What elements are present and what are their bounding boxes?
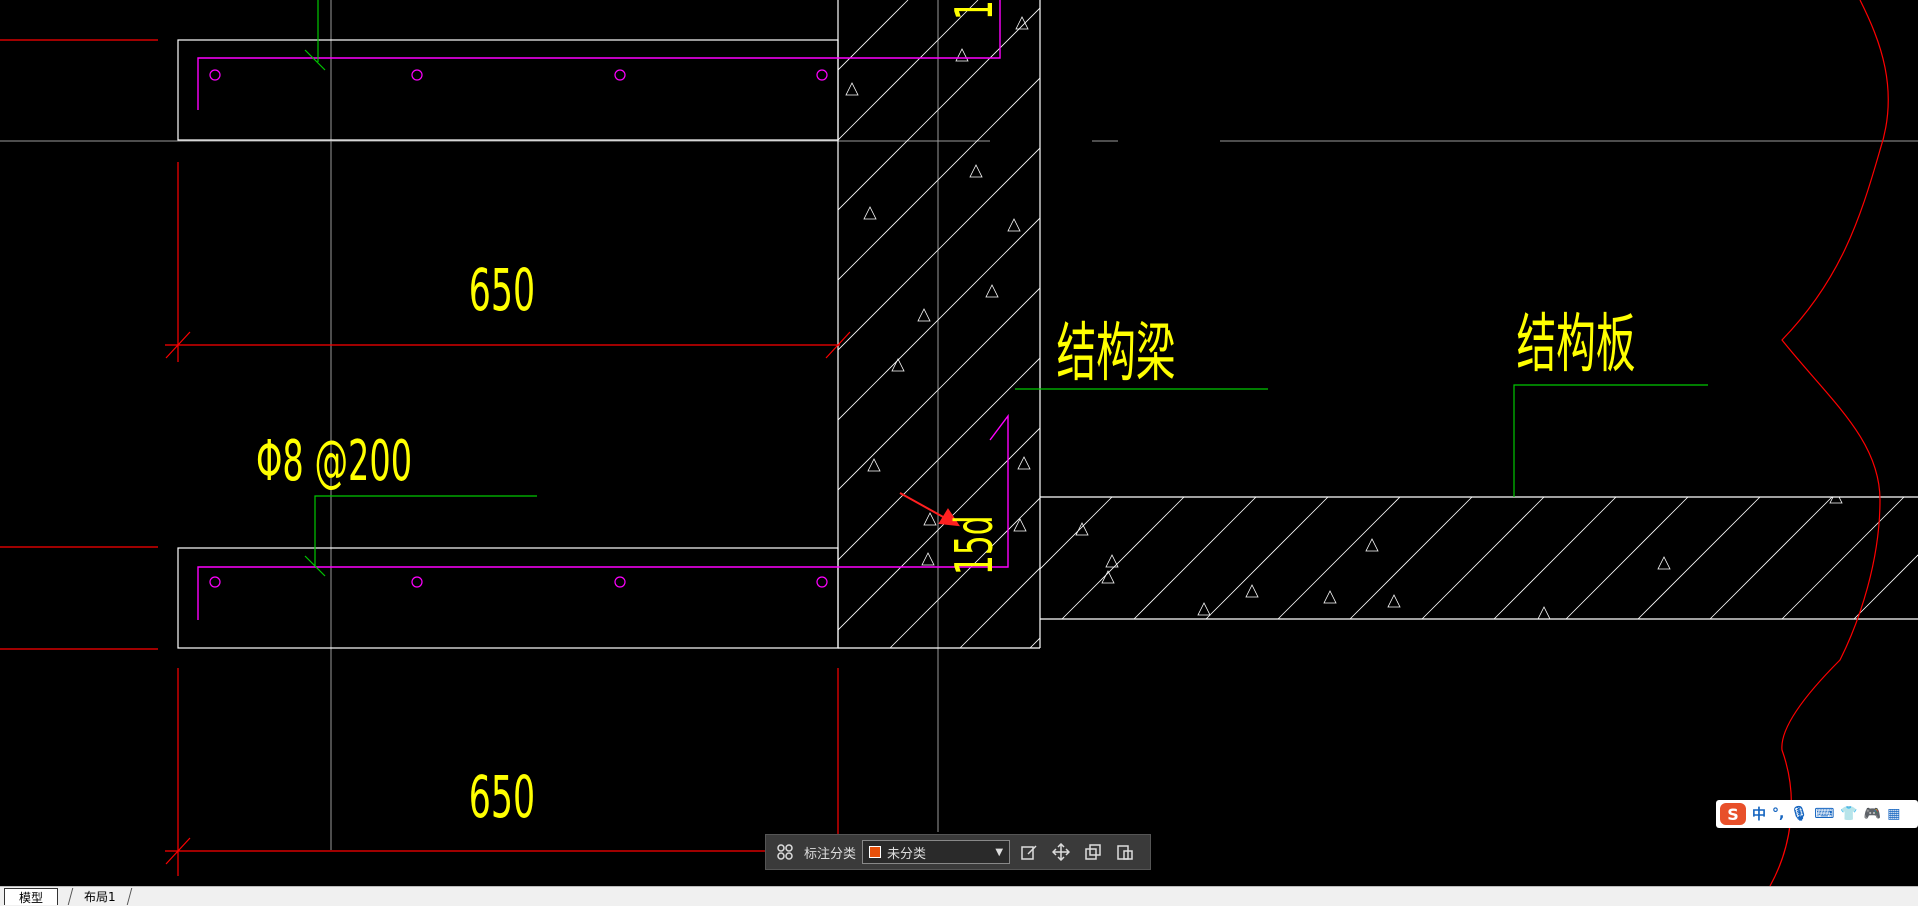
tab-model[interactable]: 模型 bbox=[4, 888, 58, 905]
annotation-toolbar: 标注分类 未分类 ▼ bbox=[765, 834, 1151, 870]
rebar-note: Φ8 @200 bbox=[256, 428, 412, 493]
tab-layout1[interactable]: 布局1 bbox=[67, 888, 133, 905]
category-select[interactable]: 未分类 ▼ bbox=[862, 840, 1011, 864]
grid-icon[interactable] bbox=[772, 839, 798, 865]
drawing-canvas[interactable]: 650 650 Φ8 @200 15d 15d 结构梁 结构板 bbox=[0, 0, 1918, 886]
ime-toolbar: S 中 °, 🎙 ⌨ 👕 🎮 ▦ bbox=[1716, 800, 1918, 828]
slab-label: 结构板 bbox=[1516, 307, 1635, 382]
paste-icon[interactable] bbox=[1112, 839, 1138, 865]
apps-grid-icon[interactable]: ▦ bbox=[1887, 806, 1900, 822]
layout-tab-bar: 模型 布局1 bbox=[0, 886, 1918, 906]
category-value: 未分类 bbox=[887, 846, 927, 862]
copy-icon[interactable] bbox=[1080, 839, 1106, 865]
axis-lines bbox=[0, 0, 1918, 850]
skin-icon[interactable]: 👕 bbox=[1840, 806, 1857, 822]
chevron-down-icon: ▼ bbox=[995, 846, 1004, 858]
slab-hatch bbox=[1040, 497, 1918, 619]
lap-length-bottom: 15d bbox=[945, 515, 1006, 575]
category-label: 标注分类 bbox=[804, 846, 857, 862]
microphone-icon[interactable]: 🎙 bbox=[1790, 806, 1808, 822]
beam-hatch bbox=[838, 0, 1040, 648]
lap-length-top: 15d bbox=[945, 0, 1006, 20]
concrete-outline bbox=[177, 0, 1918, 649]
dim-text-top: 650 bbox=[469, 258, 535, 325]
ime-punctuation-toggle[interactable]: °, bbox=[1772, 806, 1784, 822]
dim-text-bottom: 650 bbox=[469, 765, 535, 832]
ime-language-toggle[interactable]: 中 bbox=[1752, 804, 1766, 824]
move-icon[interactable] bbox=[1048, 839, 1074, 865]
sogou-logo-icon[interactable]: S bbox=[1720, 803, 1746, 825]
edit-icon[interactable] bbox=[1016, 839, 1042, 865]
tab-layout1-label: 布局1 bbox=[84, 890, 116, 904]
cad-drawing: 650 650 Φ8 @200 15d 15d 结构梁 结构板 bbox=[0, 0, 1918, 886]
rebar-lines bbox=[197, 0, 1009, 620]
keyboard-icon[interactable]: ⌨ bbox=[1814, 806, 1834, 822]
category-color-swatch bbox=[869, 846, 882, 858]
gamepad-icon[interactable]: 🎮 bbox=[1864, 806, 1881, 822]
beam-label: 结构梁 bbox=[1056, 316, 1175, 391]
rebar-dots bbox=[209, 69, 828, 588]
